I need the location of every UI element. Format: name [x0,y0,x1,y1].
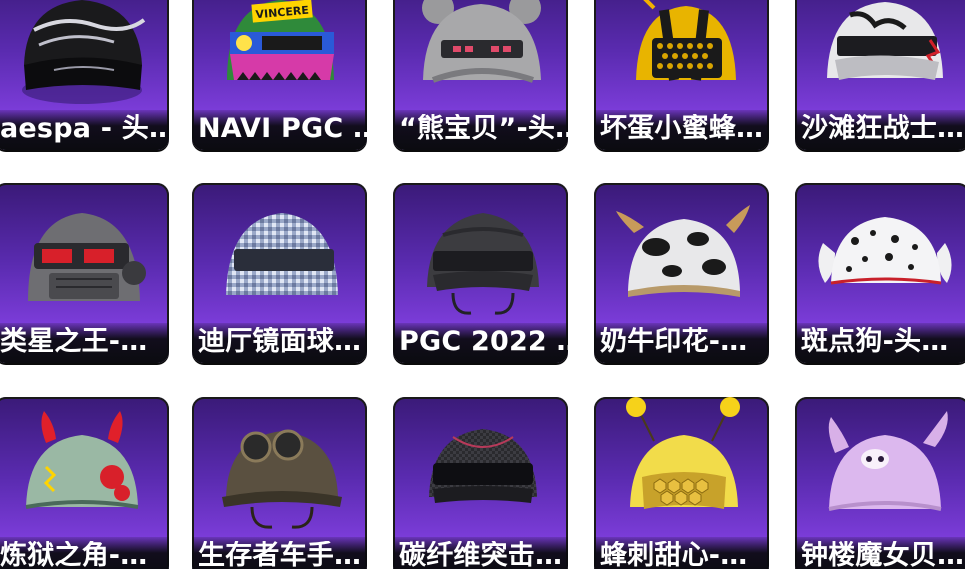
helmet-name: 迪厅镜面球… [198,327,362,357]
helmet-knight-red-visor-icon [28,213,146,301]
helmet-card[interactable]: 迪厅镜面球… [192,183,367,363]
helmet-witch-lavender-icon [828,411,948,511]
helmet-name: 沙滩狂战士… [801,114,965,144]
helmet-card[interactable]: 生存者车手… [192,397,367,569]
helmet-bee-sweet-icon [626,397,740,509]
helmet-cow-print-icon [616,205,750,297]
helmet-name: 炼狱之角-… [0,541,148,569]
helmet-bear-grey-icon [422,0,541,83]
helmet-card[interactable]: 蜂刺甜心-… [594,397,769,569]
helmet-pgc-dark-icon [427,213,539,315]
helmet-card[interactable]: VINCERE NAVI PGC … [192,0,367,150]
helmet-card[interactable]: “熊宝贝”-头… [393,0,568,150]
helmet-card[interactable]: 钟楼魔女贝… [795,397,965,569]
helmet-card[interactable]: aespa - 头… [0,0,169,150]
helmet-name: 类星之王-… [0,327,148,357]
helmet-carbon-assault-icon [429,429,537,503]
helmet-disco-ball-icon [226,213,338,295]
helmet-card[interactable]: 奶牛印花-… [594,183,769,363]
helmet-name: 生存者车手… [198,541,362,569]
helmet-card[interactable]: 碳纤维突击… [393,397,568,569]
helmet-card[interactable]: 类星之王-… [0,183,169,363]
helmet-name: 碳纤维突击… [399,541,563,569]
helmet-card[interactable]: PGC 2022 … [393,183,568,363]
helmet-goggles-driver-icon [222,429,342,529]
helmet-card[interactable]: 炼狱之角-… [0,397,169,569]
helmet-name: 斑点狗-头… [801,327,949,357]
helmet-name: “熊宝贝”-头… [399,114,568,144]
helmet-name: 钟楼魔女贝… [801,541,965,569]
helmet-bee-gold-icon [636,0,736,81]
helmet-white-red-icon [827,2,943,80]
helmet-card[interactable]: 斑点狗-头… [795,183,965,363]
helmet-name: 坏蛋小蜜蜂… [600,114,764,144]
helmet-navi-yellow-icon: VINCERE [227,0,334,80]
helmet-devil-horns-icon [25,411,139,509]
helmet-name: PGC 2022 … [399,327,568,357]
helmet-name: 奶牛印花-… [600,327,748,357]
helmet-name: aespa - 头… [0,114,169,144]
helmet-name: NAVI PGC … [198,114,367,144]
helmet-black-chrome-icon [22,0,146,104]
helmet-card[interactable]: 沙滩狂战士… [795,0,965,150]
helmet-card[interactable]: 坏蛋小蜜蜂… [594,0,769,150]
helmet-gallery: aespa - 头… VINCERE NAVI PGC … “熊宝贝”-头… 坏… [0,0,965,569]
helmet-name: 蜂刺甜心-… [600,541,748,569]
helmet-dalmatian-icon [818,217,952,285]
